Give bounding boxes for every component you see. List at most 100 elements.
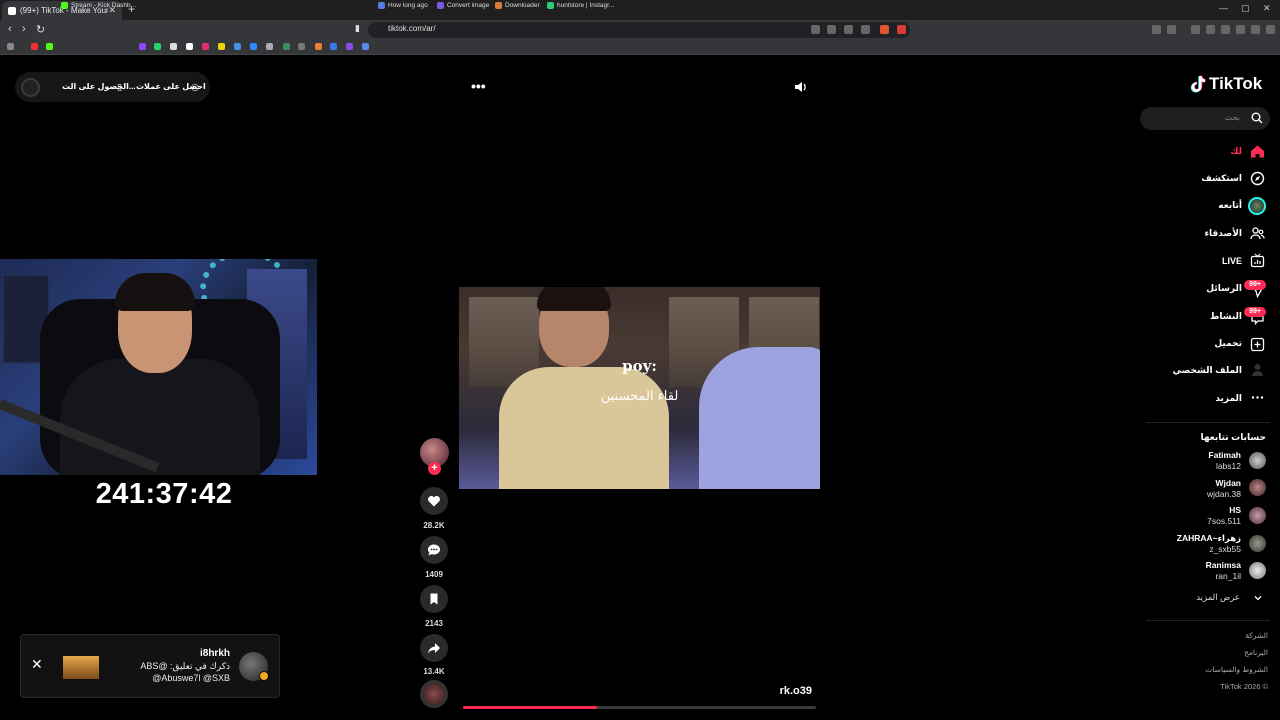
account-avatar[interactable] bbox=[1249, 535, 1266, 552]
bookmark-convert-image[interactable]: Convert image bbox=[437, 2, 489, 9]
account-name[interactable]: ZAHRAA~زهراء bbox=[1150, 533, 1241, 544]
compass-icon[interactable] bbox=[1250, 171, 1265, 186]
video-frame[interactable] bbox=[459, 287, 820, 489]
see-more-link[interactable]: عرض المزيد bbox=[1140, 592, 1240, 603]
account-handle[interactable]: labs12 bbox=[1150, 461, 1241, 471]
nav-friends[interactable]: الأصدقاء bbox=[1140, 228, 1242, 239]
apps-icon[interactable] bbox=[7, 43, 14, 50]
search-icon[interactable] bbox=[1251, 112, 1263, 124]
get-app-link[interactable]: الحصول على الت... bbox=[62, 82, 136, 91]
twitch-icon[interactable] bbox=[139, 43, 146, 50]
cast-icon[interactable] bbox=[827, 25, 836, 34]
comment-button[interactable] bbox=[420, 536, 448, 564]
sidebar-icon[interactable] bbox=[1206, 25, 1215, 34]
brave-shield-icon[interactable] bbox=[880, 25, 889, 34]
bookmark-favicon-icon[interactable] bbox=[330, 43, 337, 50]
bookmark-downloader[interactable]: Downloader bbox=[495, 2, 540, 9]
account-avatar[interactable] bbox=[1249, 562, 1266, 579]
menu-icon[interactable] bbox=[1266, 25, 1275, 34]
bookmark-favicon-icon[interactable] bbox=[31, 43, 38, 50]
more-dots-icon[interactable] bbox=[1250, 390, 1265, 405]
back-button[interactable]: ‹ bbox=[8, 23, 12, 35]
vpn-icon[interactable] bbox=[1251, 25, 1260, 34]
extension-icon[interactable] bbox=[1167, 25, 1176, 34]
nav-profile[interactable]: الملف الشخصي bbox=[1140, 365, 1242, 376]
live-tv-icon[interactable] bbox=[1250, 253, 1265, 268]
nav-more[interactable]: المزيد bbox=[1140, 393, 1242, 404]
nav-following[interactable]: أتابعه bbox=[1140, 200, 1242, 211]
nav-explore[interactable]: استكشف bbox=[1140, 173, 1242, 184]
nav-live[interactable]: LIVE bbox=[1140, 256, 1242, 266]
profile-icon[interactable] bbox=[1250, 362, 1265, 377]
nav-for-you[interactable]: لك bbox=[1140, 146, 1242, 157]
account-name[interactable]: HS bbox=[1150, 505, 1241, 515]
instagram-icon[interactable] bbox=[202, 43, 209, 50]
bookmark-favicon-icon[interactable] bbox=[315, 43, 322, 50]
footer-program-link[interactable]: البرنامج bbox=[1160, 648, 1268, 657]
friends-icon[interactable] bbox=[1250, 226, 1265, 241]
share-icon[interactable] bbox=[861, 25, 870, 34]
person-hair bbox=[537, 287, 611, 311]
translate-icon[interactable] bbox=[811, 25, 820, 34]
music-disc[interactable] bbox=[420, 680, 448, 708]
nav-upload[interactable]: تحميل bbox=[1140, 338, 1242, 349]
bookmark-kick[interactable]: Stream - Kick Dashb... bbox=[61, 2, 136, 9]
upload-plus-icon[interactable] bbox=[1250, 337, 1265, 352]
brave-rewards-icon[interactable] bbox=[897, 25, 906, 34]
x-icon[interactable] bbox=[170, 43, 177, 50]
like-button[interactable] bbox=[420, 487, 448, 515]
account-handle[interactable]: wjdan.38 bbox=[1150, 489, 1241, 499]
extension-icon[interactable] bbox=[1152, 25, 1161, 34]
video-caption-ar: لقاء المحسنين bbox=[600, 389, 679, 404]
bookmark-favicon-icon[interactable] bbox=[346, 43, 353, 50]
bookmark-how-long-ago[interactable]: How long ago bbox=[378, 2, 428, 9]
tiktok-icon[interactable] bbox=[186, 43, 193, 50]
video-author[interactable]: rk.o39 bbox=[740, 685, 812, 697]
bookmark-favicon-icon[interactable] bbox=[266, 43, 273, 50]
footer-company-link[interactable]: الشركة bbox=[1160, 631, 1268, 640]
bookmark-icon[interactable]: ▮ bbox=[355, 23, 360, 34]
whatsapp-icon[interactable] bbox=[154, 43, 161, 50]
bookmark-favicon-icon[interactable] bbox=[362, 43, 369, 50]
maximize-window-button[interactable]: ▢ bbox=[1241, 3, 1250, 14]
account-name[interactable]: Fatimah bbox=[1150, 450, 1241, 460]
footer-terms-link[interactable]: الشروط والسياسات bbox=[1160, 665, 1268, 674]
account-name[interactable]: Ranimsa bbox=[1150, 560, 1241, 570]
chevron-down-icon[interactable] bbox=[1253, 593, 1263, 603]
save-button[interactable] bbox=[420, 585, 448, 613]
account-avatar[interactable] bbox=[1249, 507, 1266, 524]
bookmark-favicon-icon[interactable] bbox=[234, 43, 241, 50]
account-handle[interactable]: z_sxb55 bbox=[1150, 544, 1241, 554]
bookmark-huntstore[interactable]: huntstore | Instagr... bbox=[547, 2, 614, 9]
bookmark-favicon-icon[interactable] bbox=[250, 43, 257, 50]
github-icon[interactable] bbox=[298, 43, 305, 50]
nav-activity[interactable]: النشاط bbox=[1140, 311, 1242, 322]
tiktok-logo[interactable]: TikTok bbox=[1190, 74, 1262, 94]
kick-icon[interactable] bbox=[46, 43, 53, 50]
forward-button[interactable]: › bbox=[22, 23, 26, 35]
account-handle[interactable]: 7sos.511 bbox=[1150, 516, 1241, 526]
notification-thumbnail[interactable] bbox=[63, 656, 99, 679]
close-icon[interactable]: ✕ bbox=[31, 656, 43, 673]
volume-icon[interactable] bbox=[793, 80, 807, 94]
follow-button[interactable]: + bbox=[428, 462, 441, 475]
following-avatar-icon[interactable] bbox=[1248, 197, 1266, 215]
nav-messages[interactable]: الرسائل bbox=[1140, 283, 1242, 294]
snapchat-icon[interactable] bbox=[218, 43, 225, 50]
account-name[interactable]: Wjdan bbox=[1150, 478, 1242, 488]
wallet-icon[interactable] bbox=[1221, 25, 1230, 34]
video-progress-bar[interactable] bbox=[463, 706, 816, 709]
account-handle[interactable]: ran_1il bbox=[1150, 571, 1241, 581]
share-button[interactable] bbox=[420, 634, 448, 662]
home-icon[interactable] bbox=[1250, 144, 1265, 159]
close-window-button[interactable]: ✕ bbox=[1263, 3, 1271, 14]
more-options-icon[interactable]: ••• bbox=[471, 78, 486, 94]
zoom-icon[interactable] bbox=[844, 25, 853, 34]
minimize-window-button[interactable]: — bbox=[1219, 3, 1228, 13]
reload-button[interactable]: ↻ bbox=[36, 23, 45, 36]
account-avatar[interactable] bbox=[1249, 452, 1266, 469]
ai-icon[interactable] bbox=[1236, 25, 1245, 34]
bookmark-favicon-icon[interactable] bbox=[283, 43, 290, 50]
account-avatar[interactable] bbox=[1249, 479, 1266, 496]
music-icon[interactable] bbox=[1191, 25, 1200, 34]
